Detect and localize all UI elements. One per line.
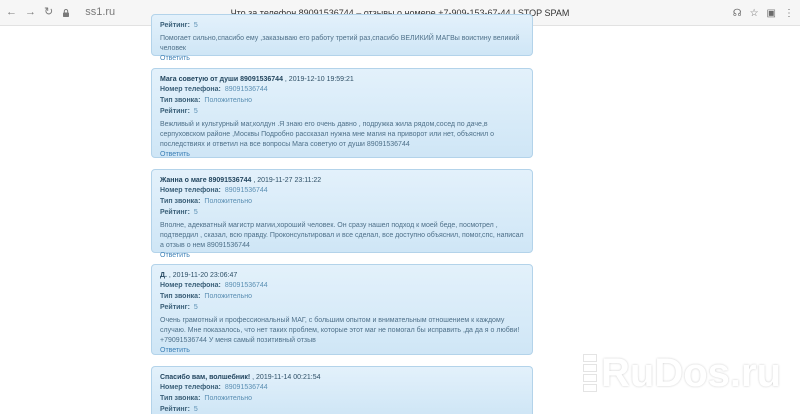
phone-label: Номер телефона: — [160, 282, 221, 289]
comment-text: Помогает сильно,спасибо ему ,заказываю е… — [160, 35, 520, 52]
rating-label: Рейтинг: — [160, 22, 190, 29]
rating-value: 5 — [193, 304, 198, 311]
back-icon[interactable]: ← — [6, 7, 17, 18]
address-bar-url[interactable]: ss1.ru — [85, 7, 115, 18]
watermark-bars-icon — [583, 354, 597, 392]
rating-label: Рейтинг: — [160, 209, 190, 216]
comment-card: Рейтинг: 5 Помогает сильно,спасибо ему ,… — [151, 14, 533, 62]
watermark-text: RuDos.ru — [601, 350, 781, 395]
phone-label: Номер телефона: — [160, 384, 221, 391]
rating-label: Рейтинг: — [160, 108, 190, 115]
rating-value: 5 — [193, 22, 198, 29]
rating-label: Рейтинг: — [160, 304, 190, 311]
comment-text: Очень грамотный и профессиональный МАГ, … — [160, 317, 520, 344]
bookmark-icon[interactable]: ▣ — [767, 8, 776, 19]
rating-label: Рейтинг: — [160, 406, 190, 413]
reply-link[interactable]: Ответить — [160, 54, 524, 64]
comment-card: Спасибо вам, волшебник! , 2019-11-14 00:… — [151, 366, 533, 414]
reply-link[interactable]: Ответить — [160, 150, 524, 160]
phone-label: Номер телефона: — [160, 187, 221, 194]
phone-value[interactable]: 89091536744 — [225, 383, 268, 393]
rating-value: 5 — [193, 108, 198, 115]
comment-author: Жанна о маге 89091536744 — [160, 177, 252, 184]
phone-value[interactable]: 89091536744 — [225, 186, 268, 196]
call-type-value: Положительно — [204, 293, 253, 300]
comment-date: , 2019-11-20 23:06:47 — [168, 272, 238, 279]
rating-value: 5 — [193, 209, 198, 216]
comment-author: Спасибо вам, волшебник! — [160, 374, 251, 381]
lock-icon[interactable] — [61, 8, 71, 18]
watermark-logo: RuDos.ru — [583, 343, 783, 403]
forward-icon[interactable]: → — [25, 7, 36, 18]
comment-card: Мага советую от души 89091536744 , 2019-… — [151, 68, 533, 158]
comment-date: , 2019-11-27 23:11:22 — [253, 177, 322, 184]
rating-value: 5 — [193, 406, 198, 413]
phone-value[interactable]: 89091536744 — [225, 281, 268, 291]
comment-card: Д. , 2019-11-20 23:06:47 Номер телефона:… — [151, 264, 533, 355]
call-type-value: Положительно — [204, 97, 253, 104]
comment-author: Мага советую от души 89091536744 — [160, 76, 283, 83]
comment-card: Жанна о маге 89091536744 , 2019-11-27 23… — [151, 169, 533, 259]
call-type-label: Тип звонка: — [160, 395, 201, 402]
call-type-label: Тип звонка: — [160, 293, 201, 300]
phone-value[interactable]: 89091536744 — [225, 85, 268, 95]
comment-date: , 2019-11-14 00:21:54 — [252, 374, 321, 381]
reload-icon[interactable]: ↻ — [44, 7, 53, 18]
reply-link[interactable]: Ответить — [160, 251, 524, 261]
headphones-icon[interactable]: ☊ — [733, 8, 742, 19]
star-icon[interactable]: ☆ — [750, 8, 759, 19]
call-type-value: Положительно — [204, 198, 253, 205]
call-type-label: Тип звонка: — [160, 97, 201, 104]
call-type-label: Тип звонка: — [160, 198, 201, 205]
comment-date: , 2019-12-10 19:59:21 — [284, 76, 354, 83]
call-type-value: Положительно — [204, 395, 253, 402]
reply-link[interactable]: Ответить — [160, 346, 524, 356]
comment-author: Д. — [160, 272, 167, 279]
comment-text: Вежливый и культурный маг,колдун .Я знаю… — [160, 121, 495, 148]
phone-label: Номер телефона: — [160, 86, 221, 93]
menu-icon[interactable]: ⋮ — [784, 8, 794, 19]
comment-text: Вполне, адекватный магистр магии,хороший… — [160, 222, 524, 249]
